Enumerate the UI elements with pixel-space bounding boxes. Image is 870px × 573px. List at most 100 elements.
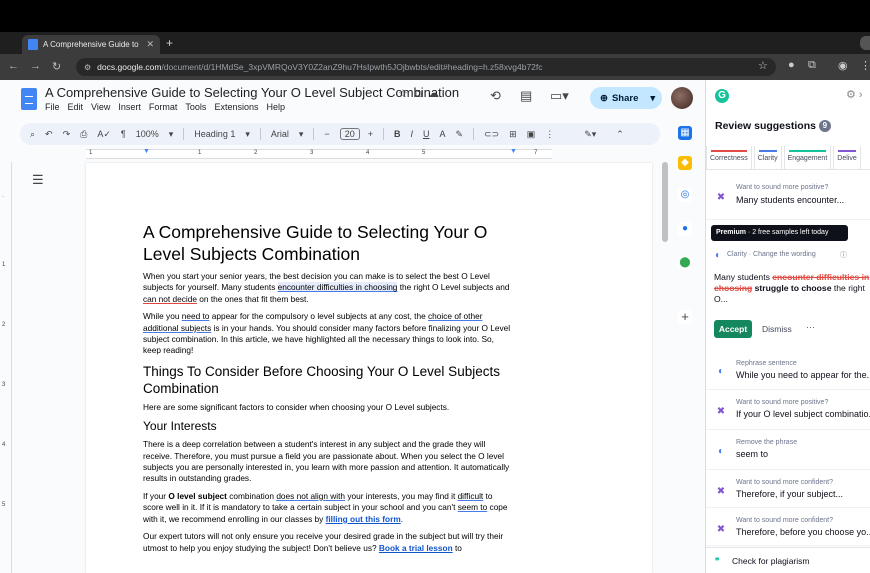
- browser-menu-icon[interactable]: ⋮: [860, 59, 870, 72]
- zoom-select[interactable]: 100%: [136, 129, 159, 139]
- site-info-icon[interactable]: ⚙: [84, 63, 91, 72]
- share-dropdown-icon[interactable]: ▾: [650, 93, 655, 104]
- print-icon[interactable]: ⎙: [80, 129, 87, 140]
- extension-icon[interactable]: ●: [788, 59, 795, 71]
- suggestion-highlight[interactable]: encounter difficulties in choosing: [277, 282, 398, 293]
- info-icon[interactable]: ⓘ: [840, 250, 847, 260]
- contacts-icon[interactable]: ●: [678, 222, 692, 236]
- paint-format-icon[interactable]: ¶: [121, 129, 126, 139]
- insert-link-icon[interactable]: ⊂⊃: [484, 129, 499, 140]
- font-size-input[interactable]: 20: [339, 128, 360, 140]
- url-field[interactable]: ⚙ docs.google.com/document/d/1HMdSe_3xpV…: [76, 58, 776, 76]
- star-icon[interactable]: ☆: [398, 88, 408, 100]
- premium-banner[interactable]: Premium · 2 free samples left today: [711, 225, 848, 241]
- indent-marker-icon[interactable]: ▼: [143, 148, 150, 155]
- style-select[interactable]: Heading 1: [194, 129, 235, 139]
- document-scrollbar[interactable]: [662, 162, 668, 242]
- maps-icon[interactable]: ⬤: [678, 256, 692, 270]
- document-content[interactable]: A Comprehensive Guide to Selecting Your …: [143, 221, 513, 560]
- increase-font-icon[interactable]: +: [368, 129, 373, 139]
- insert-image-icon[interactable]: ▣: [527, 129, 536, 140]
- more-options-icon[interactable]: ···: [806, 322, 815, 332]
- italic-icon[interactable]: I: [410, 129, 413, 139]
- editing-mode-icon[interactable]: ✎▾: [584, 129, 596, 140]
- tab-clarity[interactable]: Clarity: [753, 146, 782, 170]
- settings-gear-icon[interactable]: ⚙ ›: [846, 88, 863, 101]
- reload-icon[interactable]: ↻: [52, 60, 61, 73]
- suggestion-underline[interactable]: difficult: [458, 491, 484, 501]
- history-icon[interactable]: ⟲: [490, 88, 501, 104]
- document-title[interactable]: A Comprehensive Guide to Selecting Your …: [45, 85, 459, 100]
- forward-icon[interactable]: →: [30, 60, 41, 72]
- menu-insert[interactable]: Insert: [118, 102, 141, 112]
- close-tab-icon[interactable]: ✕: [146, 39, 154, 50]
- move-icon[interactable]: ⧉: [414, 88, 422, 100]
- suggestion-underline[interactable]: seem to: [458, 502, 488, 512]
- menu-file[interactable]: File: [45, 102, 60, 112]
- bold-icon[interactable]: B: [394, 129, 401, 139]
- meet-icon[interactable]: ▭▾: [550, 88, 569, 104]
- suggestion-card[interactable]: ◐ Remove the phrase seem to: [706, 430, 870, 470]
- docs-logo-icon[interactable]: [21, 88, 37, 110]
- plagiarism-check-button[interactable]: ❞ Check for plagiarism: [706, 547, 870, 573]
- right-indent-marker-icon[interactable]: ▼: [510, 148, 517, 155]
- menu-edit[interactable]: Edit: [68, 102, 84, 112]
- comments-icon[interactable]: ▤: [520, 88, 532, 104]
- tab-correctness[interactable]: Correctness: [706, 146, 752, 170]
- user-avatar[interactable]: [671, 87, 693, 109]
- dismiss-button[interactable]: Dismiss: [762, 324, 792, 334]
- highlight-icon[interactable]: ✎: [456, 129, 464, 140]
- spellcheck-icon[interactable]: A✓: [97, 129, 111, 140]
- calendar-icon[interactable]: ▦: [678, 126, 692, 140]
- share-button[interactable]: ⊕ Share ▾: [590, 87, 662, 109]
- collapse-toolbar-icon[interactable]: ⌃: [616, 129, 624, 140]
- window-control[interactable]: [860, 36, 870, 50]
- tab-delivery[interactable]: Delive: [833, 146, 861, 170]
- search-menus-icon[interactable]: ⌕: [30, 129, 35, 140]
- new-tab-icon[interactable]: +: [166, 36, 173, 50]
- more-options-icon[interactable]: ⋮: [545, 129, 554, 140]
- suggestion-card[interactable]: ✖ Want to sound more positive? If your O…: [706, 390, 870, 430]
- add-comment-icon[interactable]: ⊞: [509, 129, 517, 140]
- menu-format[interactable]: Format: [149, 102, 178, 112]
- bookmark-star-icon[interactable]: ☆: [758, 59, 768, 72]
- menu-extensions[interactable]: Extensions: [214, 102, 258, 112]
- form-link[interactable]: filling out this form: [326, 514, 401, 524]
- profile-icon[interactable]: ◉: [838, 59, 848, 72]
- cloud-status-icon[interactable]: ☁: [428, 88, 439, 100]
- back-icon[interactable]: ←: [8, 60, 19, 72]
- document-page[interactable]: A Comprehensive Guide to Selecting Your …: [86, 163, 652, 573]
- underline-icon[interactable]: U: [423, 129, 430, 139]
- keep-icon[interactable]: ◆: [678, 156, 692, 170]
- browser-tab[interactable]: A Comprehensive Guide to S ✕: [22, 35, 160, 54]
- font-dropdown-icon[interactable]: ▾: [299, 129, 304, 140]
- tab-engagement[interactable]: Engagement: [783, 146, 832, 170]
- vertical-ruler[interactable]: · 1 2 3 4 5: [0, 162, 12, 573]
- suggestion-card[interactable]: ◐ Rephrase sentence While you need to ap…: [706, 352, 870, 390]
- trial-lesson-link[interactable]: Book a trial lesson: [379, 543, 453, 553]
- suggestion-underline[interactable]: does not align with: [276, 491, 345, 501]
- menu-view[interactable]: View: [91, 102, 110, 112]
- redo-icon[interactable]: ↷: [63, 129, 71, 140]
- suggestion-underline[interactable]: need to: [182, 311, 210, 321]
- menu-help[interactable]: Help: [266, 102, 285, 112]
- style-dropdown-icon[interactable]: ▾: [245, 129, 250, 140]
- menu-tools[interactable]: Tools: [185, 102, 206, 112]
- tasks-icon[interactable]: ◎: [678, 188, 692, 202]
- font-select[interactable]: Arial: [271, 129, 289, 139]
- extensions-puzzle-icon[interactable]: ⧉: [808, 59, 816, 72]
- add-addon-icon[interactable]: +: [678, 310, 692, 324]
- zoom-dropdown-icon[interactable]: ▾: [169, 129, 174, 140]
- undo-icon[interactable]: ↶: [45, 129, 53, 140]
- suggestion-card[interactable]: ✖ Want to sound more confident? Therefor…: [706, 508, 870, 546]
- decrease-font-icon[interactable]: −: [324, 129, 329, 139]
- suggestion-card[interactable]: ✖ Want to sound more positive? Many stud…: [706, 176, 870, 220]
- ruler-number: 4: [2, 442, 6, 448]
- text-color-icon[interactable]: A: [439, 129, 445, 139]
- accept-button[interactable]: Accept: [714, 320, 752, 338]
- document-outline-icon[interactable]: ☰: [32, 172, 44, 188]
- suggestion-underline[interactable]: can not decide: [143, 294, 197, 304]
- horizontal-ruler[interactable]: 1 ▼ 1 2 3 4 5 ▼ 7: [0, 148, 660, 160]
- suggestion-card[interactable]: ✖ Want to sound more confident? Therefor…: [706, 470, 870, 508]
- suggestion-type: Want to sound more positive?: [736, 184, 829, 191]
